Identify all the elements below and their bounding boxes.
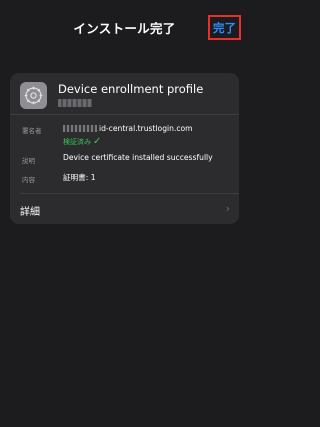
signer-redacted: [63, 125, 97, 132]
settings-gear-icon: [20, 82, 47, 109]
verified-text: 検証済み: [63, 138, 91, 146]
contents-label: 内容: [22, 176, 35, 184]
description-value: Device certificate installed successfull…: [63, 153, 213, 162]
profile-card: Device enrollment profile 署名者 id-central…: [10, 73, 239, 224]
checkmark-icon: ✓: [93, 136, 102, 147]
profile-organization-redacted: [58, 99, 92, 107]
contents-value: 証明書: 1: [63, 173, 96, 182]
done-button[interactable]: 完了: [208, 15, 241, 40]
signer-value: id-central.trustlogin.com: [99, 124, 193, 133]
details-label: 詳細: [20, 207, 40, 218]
navigation-bar: インストール完了 完了: [0, 0, 249, 44]
divider: [10, 114, 239, 115]
verified-status: 検証済み ✓: [63, 136, 101, 147]
signer-label: 署名者: [22, 127, 42, 135]
profile-name: Device enrollment profile: [58, 82, 204, 96]
chevron-right-icon: ›: [225, 202, 230, 215]
description-label: 説明: [22, 157, 35, 165]
details-row[interactable]: 詳細 ›: [10, 194, 239, 224]
